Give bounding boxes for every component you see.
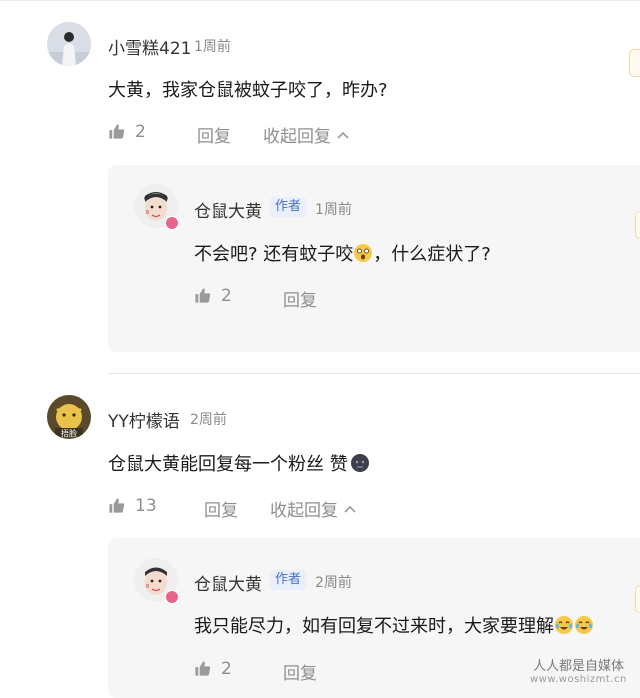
thumbs-up-icon bbox=[195, 661, 211, 676]
like-button[interactable] bbox=[194, 660, 211, 681]
like-count: 2 bbox=[221, 286, 232, 306]
reply-button[interactable]: 回复 bbox=[197, 122, 231, 147]
like-button[interactable] bbox=[108, 497, 125, 518]
like-button[interactable] bbox=[108, 123, 125, 140]
collapse-replies-button[interactable]: 收起回复 bbox=[270, 496, 357, 521]
like-count: 2 bbox=[135, 122, 146, 142]
collapse-replies-label: 收起回复 bbox=[270, 501, 338, 521]
comment-text: 仓鼠大黄能回复每一个粉丝 赞 bbox=[108, 450, 370, 476]
side-tab[interactable] bbox=[629, 49, 640, 77]
chevron-up-icon bbox=[344, 505, 356, 513]
top-divider bbox=[0, 0, 640, 1]
like-button[interactable] bbox=[194, 287, 211, 308]
reply-text-main: 不会吧? 还有蚊子咬 bbox=[194, 244, 354, 265]
thumbs-up-icon bbox=[195, 288, 211, 303]
comment-text-main: 仓鼠大黄能回复每一个粉丝 赞 bbox=[108, 454, 348, 475]
reply-button[interactable]: 回复 bbox=[204, 496, 238, 521]
thumbs-up-icon bbox=[109, 498, 125, 513]
reply-timestamp: 2周前 bbox=[315, 575, 352, 591]
thumbs-up-icon bbox=[109, 124, 125, 139]
shocked-face-icon bbox=[354, 244, 373, 262]
avatar[interactable] bbox=[47, 22, 91, 66]
side-tab[interactable] bbox=[635, 211, 640, 239]
comment-timestamp: 1周前 bbox=[194, 39, 231, 55]
reply-button[interactable]: 回复 bbox=[283, 659, 317, 684]
side-tab[interactable] bbox=[635, 585, 640, 613]
tears-of-joy-icon bbox=[575, 616, 593, 634]
reply-text-main: 我只能尽力，如有回复不过来时，大家要理解 bbox=[194, 616, 554, 637]
watermark-url: www.woshizmt.cn bbox=[530, 674, 627, 685]
comment-text: 大黄，我家仓鼠被蚊子咬了，昨办? bbox=[108, 80, 388, 101]
avatar-caption: 捂脸 bbox=[61, 429, 77, 438]
verified-badge-icon bbox=[165, 590, 179, 604]
reply-text: 不会吧? 还有蚊子咬 ，什么症状了? bbox=[194, 240, 491, 266]
collapse-replies-label: 收起回复 bbox=[263, 127, 331, 147]
comment-username[interactable]: 小雪糕421 bbox=[108, 34, 191, 59]
comment-divider bbox=[108, 373, 640, 374]
watermark-title: 人人都是自媒体 bbox=[533, 659, 625, 674]
chevron-up-icon bbox=[337, 131, 349, 139]
collapse-replies-button[interactable]: 收起回复 bbox=[263, 122, 350, 147]
tears-of-joy-icon bbox=[555, 616, 573, 634]
reply-username[interactable]: 仓鼠大黄 bbox=[194, 570, 262, 595]
dark-face-icon bbox=[350, 454, 369, 472]
verified-badge-icon bbox=[165, 216, 179, 230]
comment-timestamp: 2周前 bbox=[190, 412, 227, 428]
reply-timestamp: 1周前 bbox=[315, 202, 352, 218]
author-badge: 作者 bbox=[270, 197, 307, 217]
like-count: 2 bbox=[221, 659, 232, 679]
reply-text: 我只能尽力，如有回复不过来时，大家要理解 bbox=[194, 612, 594, 638]
reply-text-tail: ，什么症状了? bbox=[373, 244, 491, 265]
like-count: 13 bbox=[135, 496, 157, 516]
reply-button[interactable]: 回复 bbox=[283, 286, 317, 311]
comment-username[interactable]: YY柠檬语 bbox=[108, 407, 180, 432]
reply-username[interactable]: 仓鼠大黄 bbox=[194, 197, 262, 222]
author-badge: 作者 bbox=[270, 570, 307, 590]
